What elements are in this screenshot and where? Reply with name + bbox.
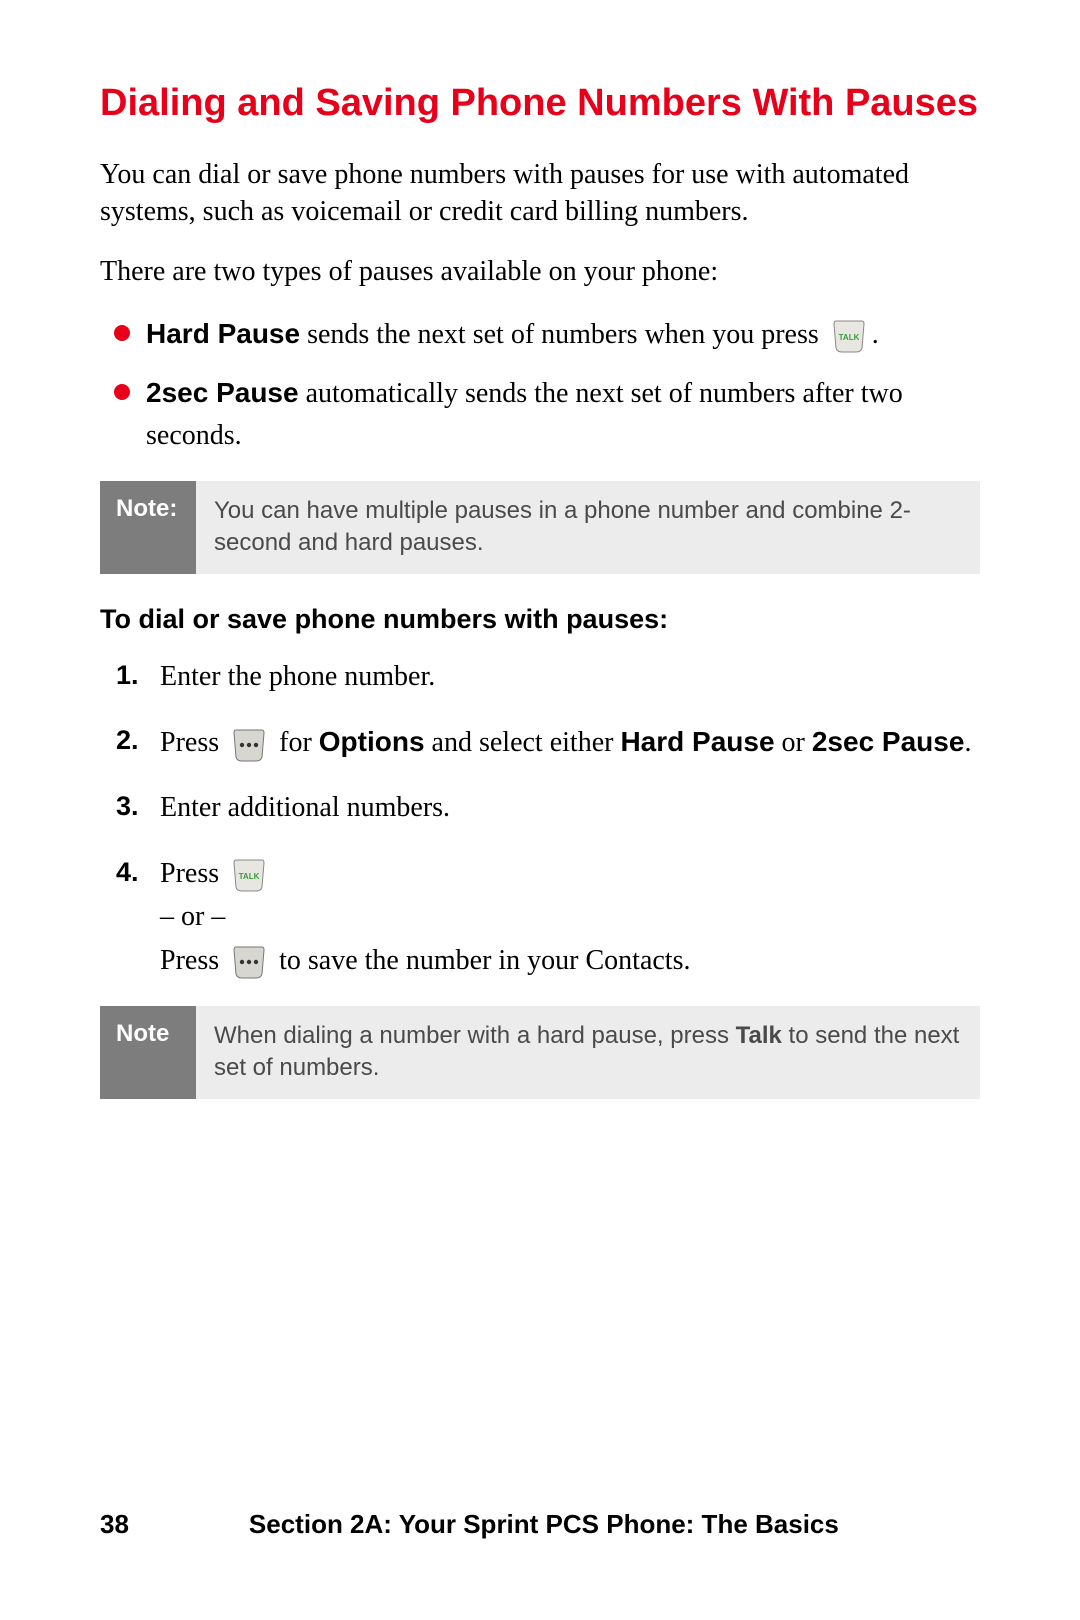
options-key-icon bbox=[230, 727, 268, 763]
note-box-1: Note: You can have multiple pauses in a … bbox=[100, 481, 980, 574]
hard-pause-text-b: . bbox=[872, 319, 879, 350]
options-label: Options bbox=[319, 726, 425, 757]
talk-key-icon: TALK bbox=[230, 857, 268, 893]
hard-pause-option: Hard Pause bbox=[620, 726, 774, 757]
sec-pause-label: 2sec Pause bbox=[146, 377, 299, 408]
step-text-b: for bbox=[272, 727, 319, 758]
step-text-d: or bbox=[775, 727, 812, 758]
steps-subhead: To dial or save phone numbers with pause… bbox=[100, 604, 980, 635]
note-label: Note bbox=[100, 1006, 196, 1099]
bullet-icon bbox=[114, 384, 130, 400]
sec-pause-option: 2sec Pause bbox=[812, 726, 965, 757]
step-text: Enter additional numbers. bbox=[160, 792, 450, 823]
step-2: 2. Press for Options and select either H… bbox=[100, 720, 980, 764]
intro-paragraph-2: There are two types of pauses available … bbox=[100, 253, 980, 291]
step-number: 3. bbox=[116, 786, 139, 828]
step-text-c: to save the number in your Contacts. bbox=[272, 945, 690, 976]
step-text-c: and select either bbox=[425, 727, 621, 758]
page-number: 38 bbox=[100, 1509, 129, 1540]
note-body: When dialing a number with a hard pause,… bbox=[196, 1006, 980, 1099]
note-label: Note: bbox=[100, 481, 196, 574]
step-text-a: Press bbox=[160, 858, 226, 889]
svg-text:TALK: TALK bbox=[239, 872, 260, 881]
step-number: 4. bbox=[116, 852, 139, 894]
bullet-hard-pause: Hard Pause sends the next set of numbers… bbox=[100, 313, 980, 356]
note2-text-a: When dialing a number with a hard pause,… bbox=[214, 1022, 736, 1049]
section-label: Section 2A: Your Sprint PCS Phone: The B… bbox=[249, 1509, 839, 1540]
page-footer: 38 Section 2A: Your Sprint PCS Phone: Th… bbox=[0, 1509, 1080, 1540]
hard-pause-text-a: sends the next set of numbers when you p… bbox=[300, 319, 826, 350]
step-text-e: . bbox=[964, 727, 971, 758]
step-number: 2. bbox=[116, 720, 139, 762]
page-title: Dialing and Saving Phone Numbers With Pa… bbox=[100, 80, 980, 128]
intro-paragraph-1: You can dial or save phone numbers with … bbox=[100, 156, 980, 232]
step-text-a: Press bbox=[160, 727, 226, 758]
step-3: 3. Enter additional numbers. bbox=[100, 786, 980, 829]
hard-pause-label: Hard Pause bbox=[146, 318, 300, 349]
step-number: 1. bbox=[116, 655, 139, 697]
svg-text:TALK: TALK bbox=[838, 333, 859, 342]
step-text: Enter the phone number. bbox=[160, 661, 435, 692]
step-1: 1. Enter the phone number. bbox=[100, 655, 980, 698]
step-text-b: Press bbox=[160, 945, 226, 976]
note-body: You can have multiple pauses in a phone … bbox=[196, 481, 980, 574]
bullet-icon bbox=[114, 325, 130, 341]
bullet-2sec-pause: 2sec Pause automatically sends the next … bbox=[100, 372, 980, 457]
note2-talk: Talk bbox=[736, 1022, 782, 1049]
talk-key-icon: TALK bbox=[830, 318, 868, 354]
note-box-2: Note When dialing a number with a hard p… bbox=[100, 1006, 980, 1099]
step-4: 4. Press TALK – or – Press to save the n… bbox=[100, 852, 980, 982]
options-key-icon bbox=[230, 944, 268, 980]
step-or: – or – bbox=[160, 901, 225, 932]
